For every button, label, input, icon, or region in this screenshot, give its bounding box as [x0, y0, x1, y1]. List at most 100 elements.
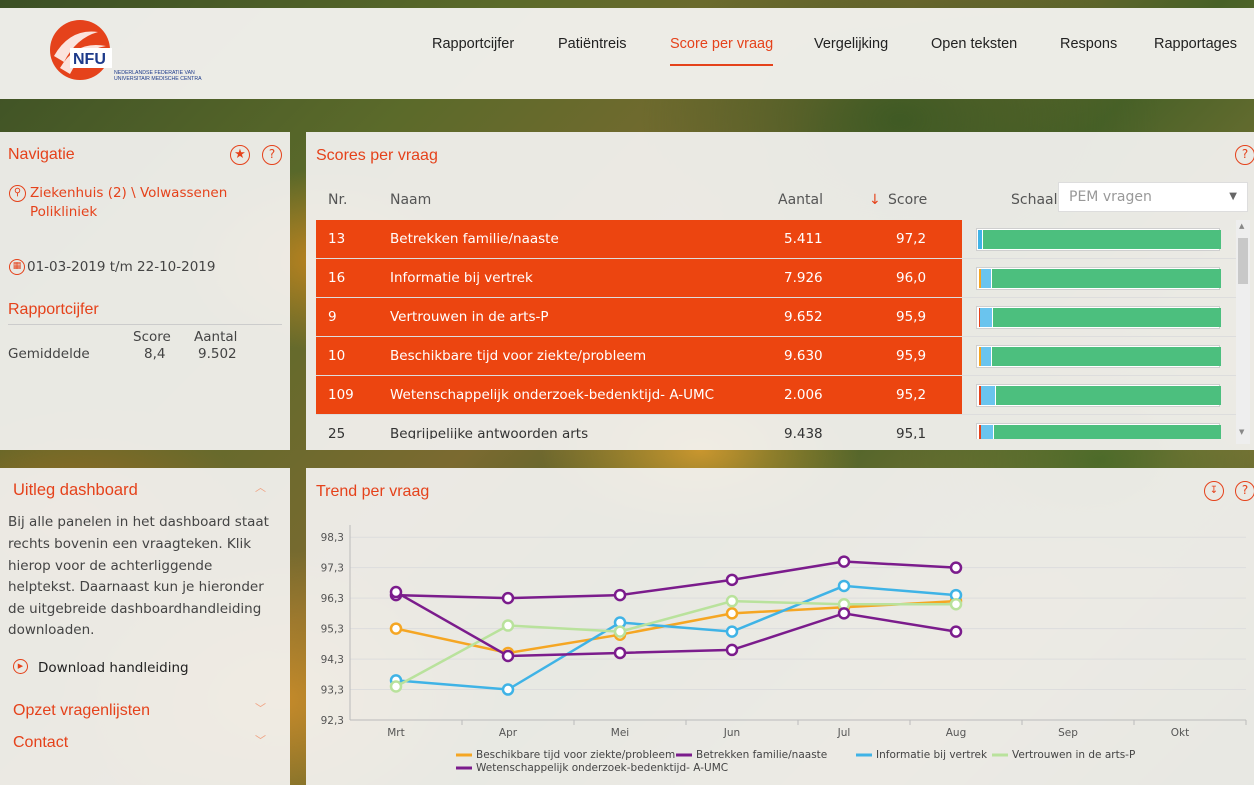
data-point [501, 683, 515, 696]
uitleg-line-6: downloaden. [8, 622, 95, 638]
data-point [501, 591, 515, 605]
search-icon[interactable]: ⚲ [9, 185, 26, 202]
bar-segment-mid [981, 386, 995, 405]
table-row[interactable]: 16 Informatie bij vertrek 7.926 96,0 [316, 259, 1250, 298]
x-tick-label: Jul [837, 727, 851, 739]
nav-score-per-vraag[interactable]: Score per vraag [670, 36, 774, 66]
legend-label: Informatie bij vertrek [876, 749, 988, 761]
dropdown-arrow-icon: ▼ [1229, 191, 1237, 202]
date-range[interactable]: 01-03-2019 t/m 22-10-2019 [27, 259, 216, 275]
avg-score: 8,4 [144, 346, 166, 362]
cell-naam: Begrijpelijke antwoorden arts [390, 426, 589, 439]
nav-open-teksten[interactable]: Open teksten [931, 36, 1017, 64]
series-line [395, 560, 957, 600]
scores-title: Scores per vraag [316, 147, 438, 164]
nav-rapportages[interactable]: Rapportages [1154, 36, 1237, 64]
col-nr[interactable]: Nr. [328, 192, 347, 208]
x-tick-label: Mrt [387, 727, 405, 739]
data-point [949, 597, 963, 611]
col-aantal: Aantal [194, 329, 238, 345]
x-tick-label: Sep [1058, 727, 1078, 739]
nav-patientreis[interactable]: Patiëntreis [558, 36, 627, 64]
uitleg-line-1: Bij alle panelen in het dashboard staat [8, 514, 269, 530]
data-point [725, 594, 739, 608]
data-point [725, 643, 739, 657]
table-row[interactable]: 25 Begrijpelijke antwoorden arts 9.438 95,1 [316, 415, 1250, 439]
download-icon[interactable]: ↧ [1204, 481, 1224, 501]
play-icon[interactable]: ▶ [13, 659, 28, 674]
navigation-panel [0, 132, 290, 450]
col-score[interactable]: Score [888, 192, 927, 208]
data-point [837, 555, 851, 568]
cell-score: 95,9 [896, 348, 927, 364]
chevron-down-icon[interactable]: ﹀ [255, 732, 266, 748]
x-tick-label: Apr [499, 727, 518, 739]
calendar-icon[interactable]: ▦ [9, 259, 25, 275]
legend-label: Betrekken familie/naaste [696, 749, 827, 761]
download-handleiding-link[interactable]: Download handleiding [38, 660, 189, 676]
scroll-up-icon[interactable]: ▲ [1239, 222, 1244, 230]
navigation-title: Navigatie [8, 146, 75, 163]
sort-desc-icon[interactable]: ↓ [869, 192, 881, 208]
data-point [837, 579, 851, 593]
bar-segment-mid [980, 308, 992, 327]
y-tick-label: 94,3 [321, 654, 344, 666]
scrollbar-thumb[interactable] [1238, 238, 1248, 284]
location-link[interactable]: Ziekenhuis (2) \ Volwassenen [30, 185, 227, 201]
x-tick-label: Jun [723, 727, 740, 739]
schaal-select[interactable]: PEM vragen ▼ [1058, 182, 1248, 212]
cell-nr: 9 [328, 309, 337, 325]
location-link-2[interactable]: Polikliniek [30, 204, 97, 220]
y-tick-label: 95,3 [321, 624, 344, 636]
help-icon[interactable]: ? [262, 145, 282, 165]
score-distribution-bar [976, 228, 1221, 251]
data-point [389, 585, 403, 599]
scroll-down-icon[interactable]: ▼ [1239, 428, 1244, 436]
divider [8, 324, 282, 325]
trend-chart: 92,3 93,3 94,3 95,3 96,3 97,3 98,3 Mrt Apr Mei Jun… [321, 525, 1247, 774]
legend-label: Vertrouwen in de arts-P [1012, 749, 1135, 761]
nav-vergelijking[interactable]: Vergelijking [814, 36, 888, 64]
cell-naam: Wetenschappelijk onderzoek-bedenktijd- A… [390, 387, 715, 403]
uitleg-line-4: helptekst. Daarnaast kun je hieronder [8, 579, 264, 595]
favorite-star-icon[interactable]: ★ [230, 145, 250, 165]
data-point [725, 573, 739, 587]
cell-nr: 10 [328, 348, 346, 364]
main-nav: Rapportcijfer Patiëntreis Score per vraa… [0, 36, 1254, 76]
col-naam[interactable]: Naam [390, 192, 431, 208]
data-point [949, 561, 963, 574]
schaal-label: Schaal [1011, 192, 1058, 208]
table-row[interactable]: 109 Wetenschappelijk onderzoek-bedenktijd… [316, 376, 1250, 415]
x-tick-label: Mei [611, 727, 629, 739]
help-icon[interactable]: ? [1235, 145, 1254, 165]
chevron-up-icon[interactable]: ︿ [255, 479, 266, 495]
bar-segment-mid [981, 425, 993, 439]
rapportcijfer-title: Rapportcijfer [8, 301, 99, 318]
cell-naam: Beschikbare tijd voor ziekte/probleem [390, 348, 647, 364]
cell-nr: 109 [328, 387, 354, 403]
nav-rapportcijfer[interactable]: Rapportcijfer [432, 36, 514, 64]
series-line [395, 584, 957, 691]
opzet-vragenlijsten[interactable]: Opzet vragenlijsten [13, 702, 150, 720]
col-score: Score [133, 329, 171, 345]
bar-segment-high [992, 269, 1221, 288]
data-point [725, 607, 739, 620]
cell-score: 96,0 [896, 270, 927, 286]
cell-aantal: 7.926 [784, 270, 823, 286]
uitleg-title[interactable]: Uitleg dashboard [13, 481, 138, 500]
contact-link[interactable]: Contact [13, 734, 68, 752]
bar-segment-high [994, 425, 1221, 439]
cell-nr: 25 [328, 426, 346, 439]
cell-aantal: 9.652 [784, 309, 823, 325]
table-row[interactable]: 13 Betrekken familie/naaste 5.411 97,2 [316, 220, 1250, 259]
col-aantal[interactable]: Aantal [778, 192, 823, 208]
chevron-down-icon[interactable]: ﹀ [255, 700, 266, 716]
table-row[interactable]: 10 Beschikbare tijd voor ziekte/probleem 9… [316, 337, 1250, 376]
help-icon[interactable]: ? [1235, 481, 1254, 501]
data-point [501, 619, 515, 632]
row-label: Gemiddelde [8, 346, 90, 362]
x-tick-label: Okt [1171, 727, 1189, 739]
bar-segment-high [983, 230, 1221, 249]
nav-respons[interactable]: Respons [1060, 36, 1117, 64]
table-row[interactable]: 9 Vertrouwen in de arts-P 9.652 95,9 [316, 298, 1250, 337]
